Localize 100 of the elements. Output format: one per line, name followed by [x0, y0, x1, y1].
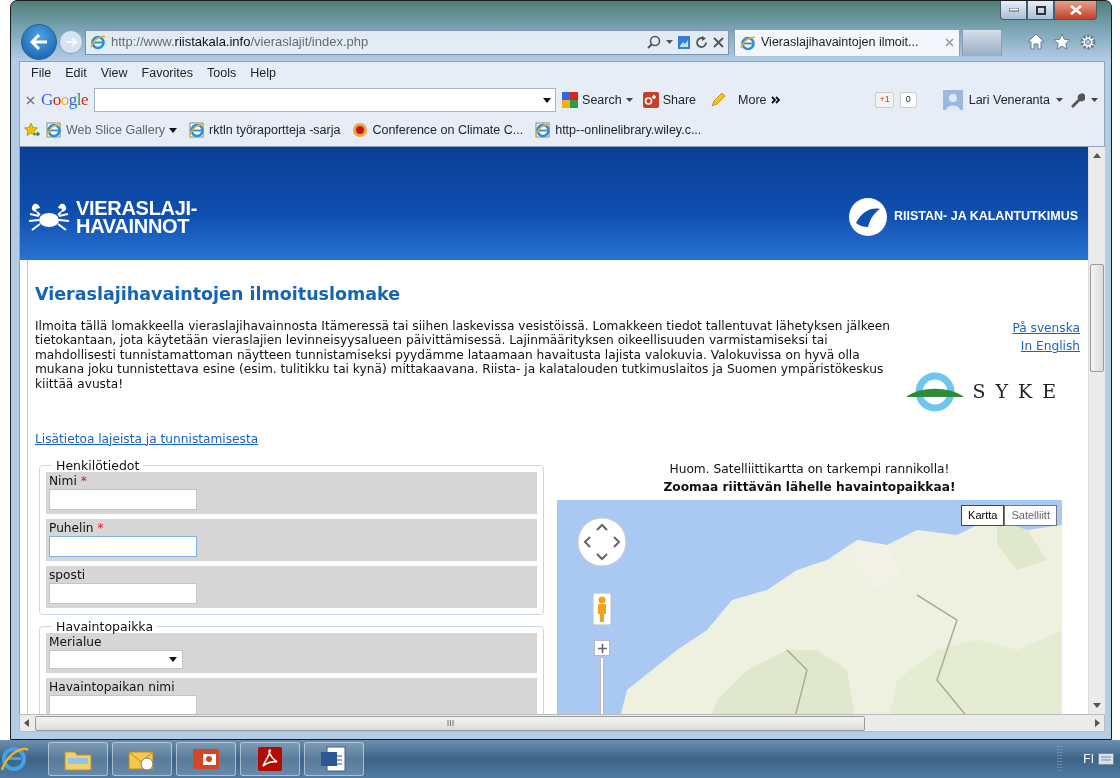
caret-icon	[169, 656, 177, 662]
user-menu[interactable]: Lari Veneranta	[968, 90, 1050, 110]
forward-arrow-icon	[65, 37, 77, 47]
menu-item[interactable]: View	[93, 63, 135, 83]
page-icon	[535, 122, 552, 138]
caret-icon[interactable]	[1091, 98, 1098, 102]
menu-item[interactable]: Tools	[200, 63, 244, 83]
tab-title: Vieraslajihavaintojen ilmoit...	[761, 34, 920, 52]
plus-one-button[interactable]: +1	[875, 92, 894, 108]
back-button[interactable]	[21, 24, 57, 60]
home-icon[interactable]	[1027, 33, 1045, 50]
language-indicator[interactable]: FI	[1083, 750, 1094, 768]
pdf-icon	[255, 744, 285, 774]
scrollbar-thumb[interactable]	[35, 715, 865, 731]
favorite-link[interactable]: Conference on Climate C...	[372, 120, 524, 140]
forward-button[interactable]	[59, 30, 83, 54]
zoom-in-button[interactable]	[594, 640, 610, 657]
map-type-button[interactable]: Satelliitt	[1004, 505, 1057, 526]
favorite-link[interactable]: Web Slice Gallery	[66, 120, 166, 140]
menu-item[interactable]: Favorites	[134, 63, 200, 83]
map-note: Zoomaa riittävän lähelle havaintopaikkaa!	[662, 479, 957, 497]
scrollbar-thumb[interactable]	[1090, 264, 1104, 372]
scroll-down-icon[interactable]	[1093, 703, 1101, 708]
pan-control[interactable]	[577, 517, 627, 568]
page-title: Vieraslajihavaintojen ilmoituslomake	[35, 284, 402, 305]
section-legend: Havaintopaikka	[52, 620, 158, 633]
map-type-button[interactable]: Kartta	[961, 505, 1005, 526]
caret-icon[interactable]	[625, 98, 633, 102]
close-button[interactable]	[1054, 1, 1097, 20]
scroll-up-icon[interactable]	[1093, 153, 1101, 158]
document-icon	[319, 744, 349, 774]
horizontal-scrollbar[interactable]	[19, 714, 1105, 732]
scroll-left-icon[interactable]	[24, 719, 29, 727]
taskbar-app-button[interactable]	[112, 742, 172, 776]
chevrons-icon[interactable]	[770, 96, 781, 104]
menu-item[interactable]: Help	[243, 63, 283, 83]
dropdown-field[interactable]	[49, 649, 183, 669]
star-icon[interactable]	[1053, 33, 1071, 50]
address-bar[interactable]: http://www.riistakala.info/vieraslajit/index.php	[85, 29, 729, 55]
grip-icon	[1057, 744, 1064, 774]
minimize-button[interactable]	[1000, 1, 1027, 20]
browser-icon	[740, 34, 756, 51]
count-bubble: 0	[899, 92, 917, 108]
input-field[interactable]	[49, 694, 197, 714]
taskbar-app-button[interactable]	[176, 742, 236, 776]
maximize-button[interactable]	[1027, 1, 1054, 20]
more-button[interactable]: More	[738, 90, 767, 110]
browser-tab[interactable]: Vieraslajihavaintojen ilmoit...	[734, 28, 960, 56]
search-field[interactable]	[94, 88, 557, 112]
favorites-star-icon[interactable]	[24, 122, 40, 138]
caret-icon[interactable]	[169, 127, 178, 133]
info-link[interactable]: Lisätietoa lajeista ja tunnistamisesta	[35, 429, 259, 448]
field-label: Havaintopaikan nimi	[49, 678, 176, 695]
stop-icon[interactable]	[713, 36, 724, 48]
close-icon[interactable]	[26, 95, 35, 105]
browser-icon	[0, 744, 30, 774]
caret-icon[interactable]	[1056, 98, 1063, 102]
avatar-icon	[942, 90, 963, 110]
input-field[interactable]	[49, 488, 197, 510]
caret-icon[interactable]	[666, 40, 673, 44]
settings-icon[interactable]	[1079, 33, 1097, 51]
google-logo: Google	[41, 89, 89, 112]
favorite-link[interactable]: http--onlinelibrary.wiley.c...	[555, 120, 702, 140]
input-field[interactable]	[49, 535, 197, 557]
vertical-scrollbar[interactable]	[1088, 147, 1105, 714]
organization-name: RIISTAN- JA KALANTUTKIMUS	[894, 208, 1078, 226]
grip-icon	[446, 720, 454, 726]
share-icon	[642, 92, 659, 108]
taskbar-app-button[interactable]	[240, 742, 300, 776]
caret-icon[interactable]	[543, 97, 552, 103]
taskbar-app-button[interactable]	[304, 742, 364, 776]
intro-text: Ilmoita tällä lomakkeella vieraslajihavainnosta Itämeressä tai siihen laskevissa vesistöissä. Lomakkeen tiedot tallentuvat lähetyksen jälkeen tietokantaan, jota käytetään vieraslajien levinneisyysalueen päivittämisessä. Lajinmäärityksen oikeellisuuden varmistamiseksi tai mahdollisesti tunnistamattoman näytteen tunnistamiseksi pyydämme lataamaan havaitusta lajista valokuvia. Valokuvissa on hyvä olla mukana joku tunnistettava esine (esim. tulitikku tai kynä) mittakaavana. Riista- ja kalatalouden tutkimuslaitos ja Suomen ympäristökeskus kiittää avusta!	[35, 319, 891, 393]
close-icon[interactable]	[945, 38, 954, 47]
search-icon[interactable]	[647, 35, 661, 49]
language-link[interactable]: In English	[1020, 337, 1080, 356]
share-button[interactable]: Share	[662, 90, 697, 110]
page-icon	[189, 122, 206, 138]
site-title: VIERASLAJI- HAVAINNOT	[76, 198, 198, 235]
input-field[interactable]	[49, 582, 197, 604]
partner-logo-text: SYKE	[972, 379, 1066, 405]
minimize-icon	[1008, 8, 1019, 12]
menu-item[interactable]: File	[24, 63, 59, 83]
language-link[interactable]: På svenska	[1012, 319, 1080, 338]
keyboard-icon[interactable]	[1098, 753, 1114, 765]
pencil-icon	[710, 92, 727, 108]
search-button[interactable]: Search	[582, 90, 622, 110]
field-label: sposti	[49, 566, 87, 583]
fish-logo-icon	[848, 196, 888, 237]
page-icon[interactable]	[678, 35, 690, 49]
close-icon	[1069, 5, 1082, 15]
wrench-icon[interactable]	[1069, 92, 1085, 108]
back-arrow-icon	[30, 34, 48, 50]
menu-item[interactable]: Edit	[58, 63, 94, 83]
field-label: Puhelin *	[49, 519, 105, 536]
plus-icon	[597, 644, 607, 653]
favorite-link[interactable]: rktln työraportteja -sarja	[209, 120, 341, 140]
url-text: http://www.riistakala.info/vieraslajit/index.php	[111, 33, 370, 52]
refresh-icon[interactable]	[695, 35, 708, 49]
field-label: Nimi *	[49, 472, 88, 489]
scroll-right-icon[interactable]	[1095, 719, 1100, 727]
